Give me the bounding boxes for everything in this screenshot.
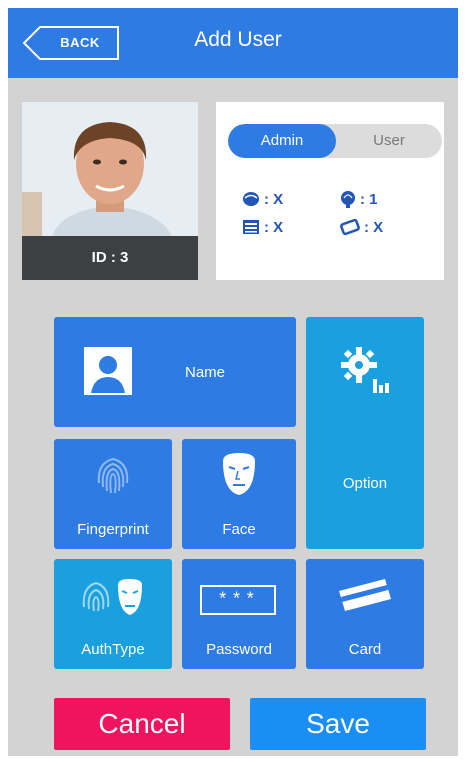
face-tile[interactable]: Face: [182, 439, 296, 549]
card-icon: [339, 579, 391, 611]
password-tile[interactable]: *** Password: [182, 559, 296, 669]
screen: BACK Add User ID : 3 Admin User: X: 1 …: [8, 8, 458, 756]
face-count: : X: [242, 188, 283, 210]
name-tile-label: Name: [184, 364, 225, 381]
password-count-value: : X: [264, 218, 284, 236]
back-button[interactable]: BACK: [22, 25, 122, 61]
fingerprint-tile-label: Fingerprint: [77, 521, 149, 538]
card-count-value: : X: [364, 218, 384, 236]
card-icon: [340, 219, 360, 235]
authtype-icon: [82, 579, 142, 615]
option-tile[interactable]: Option: [306, 317, 424, 549]
face-tile-label: Face: [222, 521, 256, 538]
face-count-value: : X: [264, 190, 284, 208]
back-button-label: BACK: [60, 35, 100, 50]
cancel-button[interactable]: Cancel: [54, 698, 230, 750]
card-tile[interactable]: Card: [306, 559, 424, 669]
fingerprint-icon: [341, 191, 355, 208]
password-count: : X: [242, 216, 283, 238]
option-tile-label: Option: [342, 475, 388, 492]
fingerprint-tile[interactable]: Fingerprint: [54, 439, 172, 549]
fingerprint-icon: [97, 457, 129, 494]
name-tile[interactable]: Name: [54, 317, 296, 427]
card-count: : X: [340, 216, 383, 238]
role-toggle[interactable]: Admin User: [228, 124, 442, 158]
role-admin-option[interactable]: Admin: [228, 124, 336, 158]
gear-icon: [341, 347, 389, 393]
header-bar: BACK Add User: [8, 8, 458, 78]
user-info-card: Admin User : X : 1 : X: X: [216, 102, 444, 280]
authtype-tile-label: AuthType: [81, 641, 145, 658]
user-photo-card[interactable]: ID : 3: [22, 102, 198, 280]
card-tile-label: Card: [348, 641, 382, 658]
password-field-icon: ***: [200, 585, 276, 615]
mask-icon: [223, 453, 255, 495]
password-icon: [243, 220, 259, 234]
fingerprint-count-value: : 1: [360, 190, 378, 208]
role-user-option[interactable]: User: [336, 124, 442, 158]
authtype-tile[interactable]: AuthType: [54, 559, 172, 669]
user-id-label: ID : 3: [22, 236, 198, 280]
page-title: Add User: [194, 28, 282, 51]
save-button[interactable]: Save: [250, 698, 426, 750]
fingerprint-count: : 1: [340, 188, 378, 210]
face-icon: [243, 192, 259, 206]
password-tile-label: Password: [206, 641, 272, 658]
